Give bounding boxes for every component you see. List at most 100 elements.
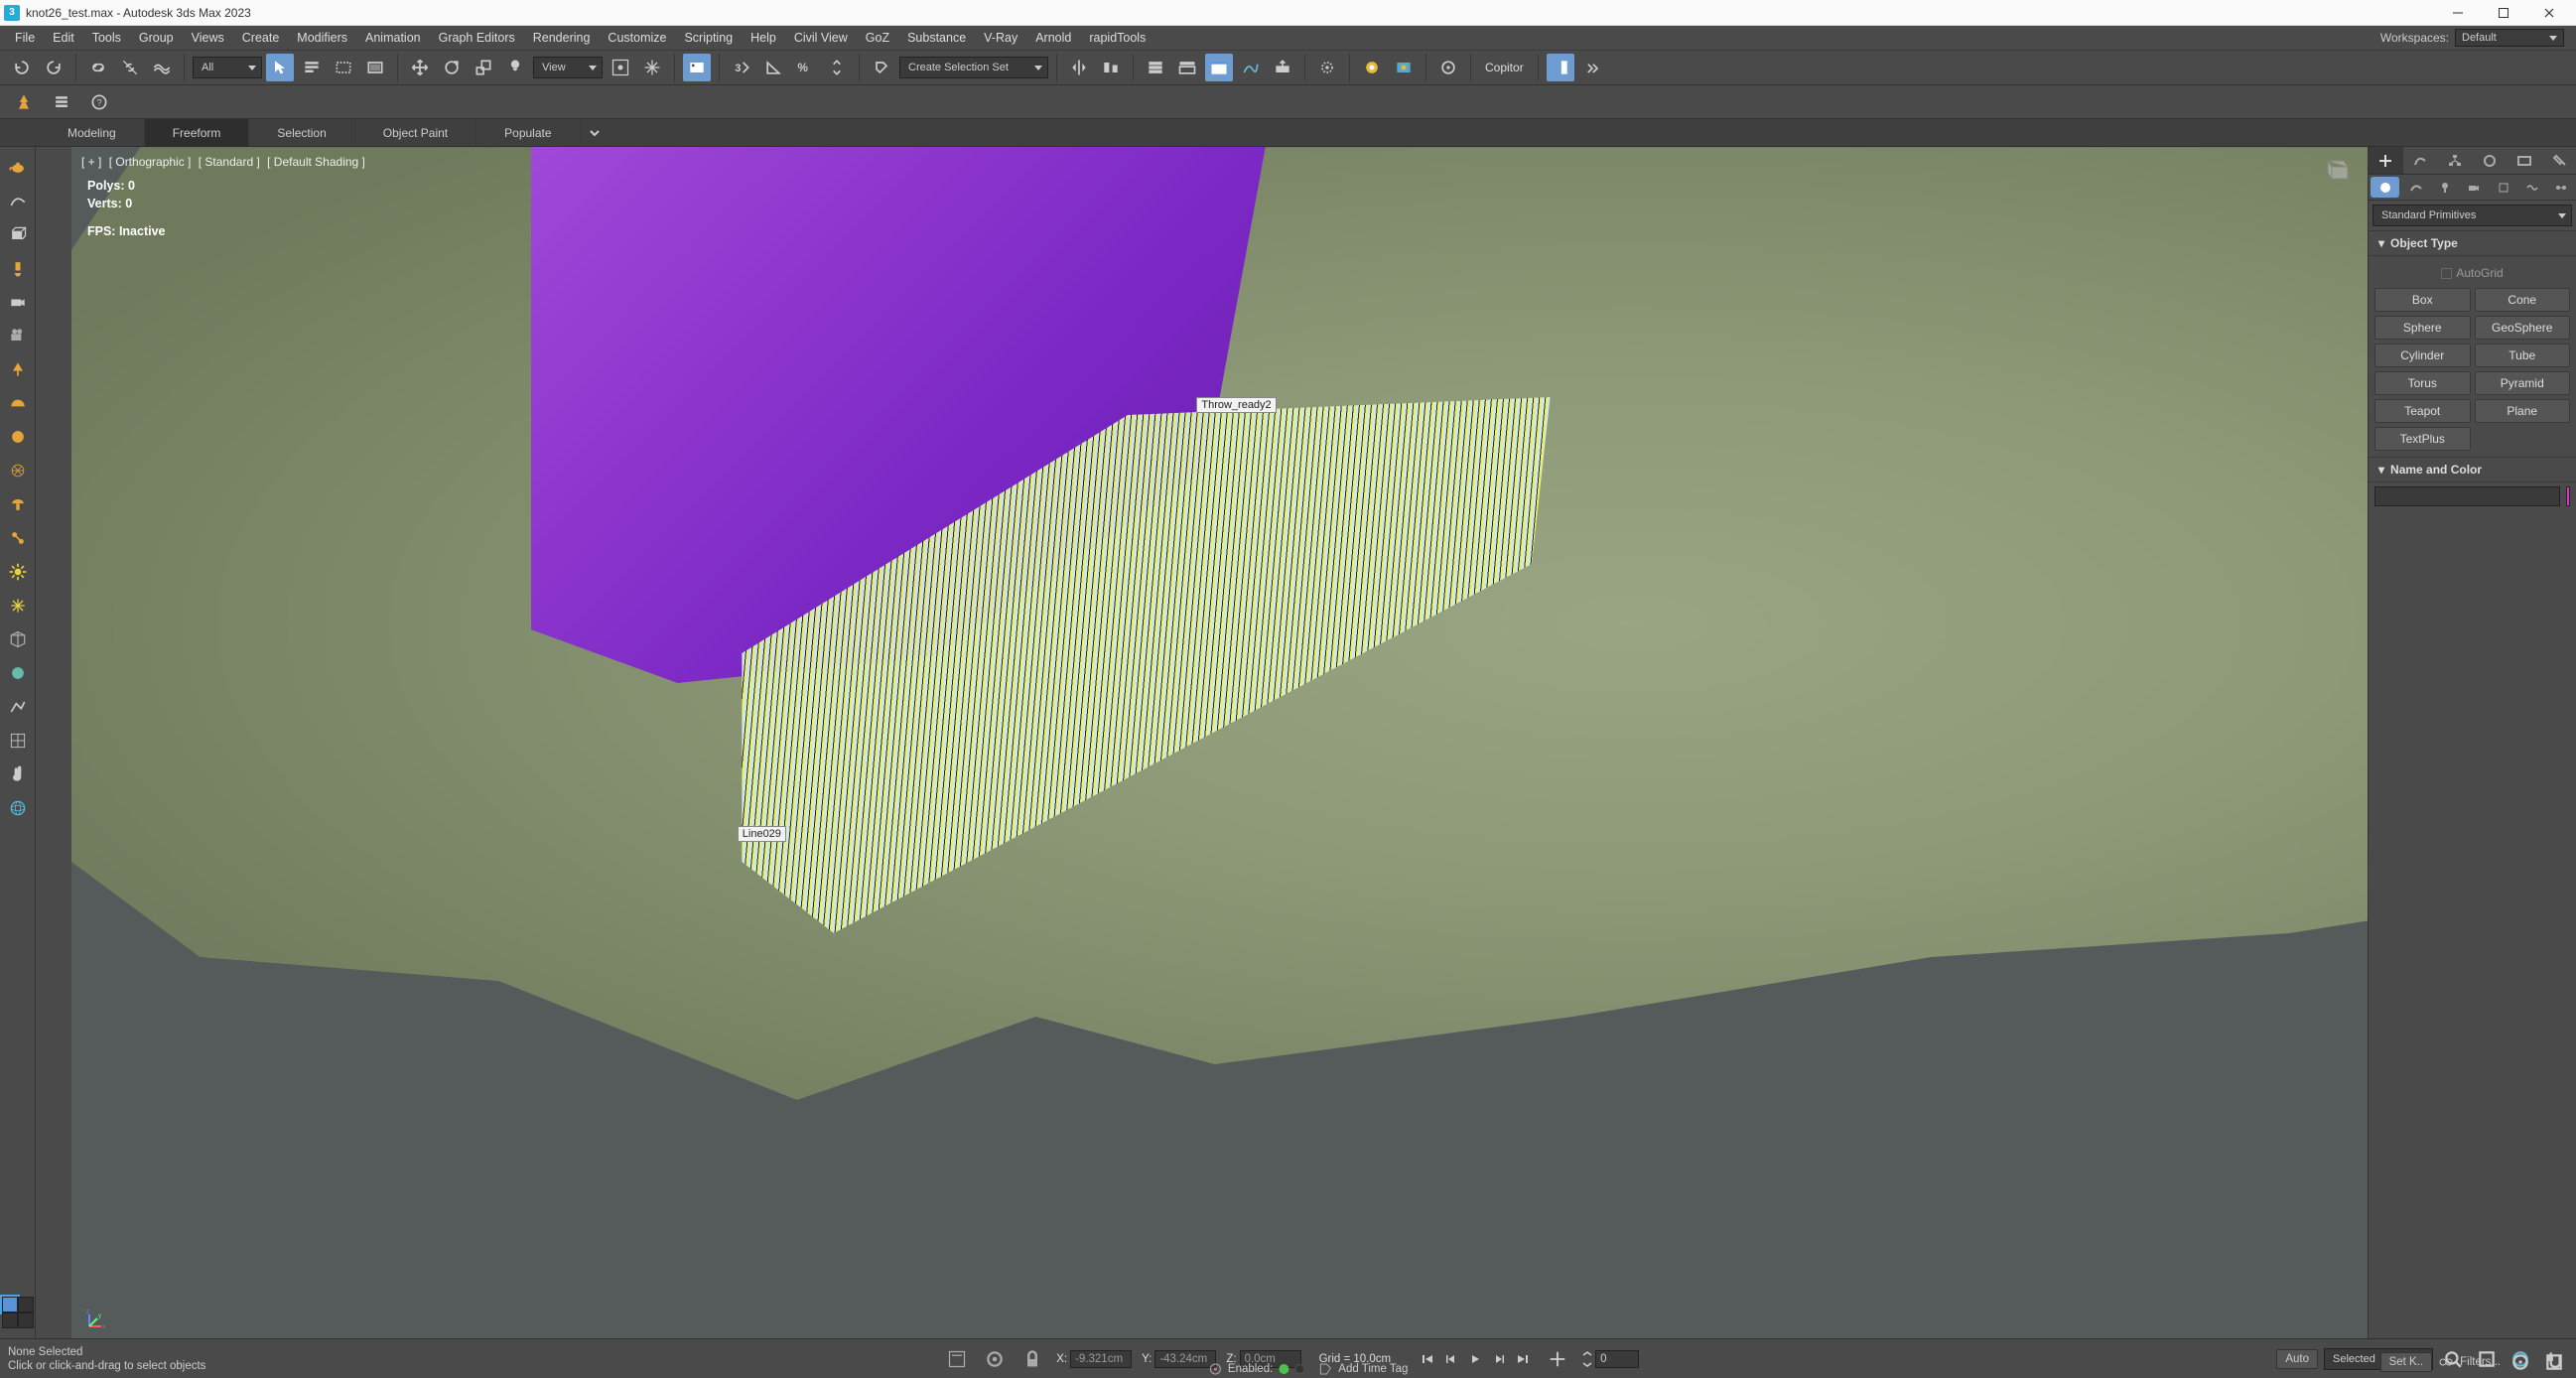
vp-shade[interactable]: [ Default Shading ] bbox=[267, 155, 365, 169]
placement-button[interactable] bbox=[501, 54, 529, 81]
menu-views[interactable]: Views bbox=[183, 26, 233, 50]
unlink-button[interactable] bbox=[116, 54, 144, 81]
subtab-helpers[interactable] bbox=[2489, 175, 2517, 200]
named-selection-edit-button[interactable] bbox=[868, 54, 895, 81]
vp-proj[interactable]: [ Orthographic ] bbox=[109, 155, 192, 169]
menu-create[interactable]: Create bbox=[233, 26, 289, 50]
add-time-tag[interactable]: Add Time Tag bbox=[1318, 1362, 1408, 1376]
auto-key-button[interactable]: Auto bbox=[2276, 1349, 2318, 1369]
manipulate-button[interactable] bbox=[638, 54, 666, 81]
list-icon[interactable] bbox=[48, 88, 75, 116]
prim-textplus[interactable]: TextPlus bbox=[2374, 427, 2471, 451]
cube-icon[interactable] bbox=[4, 625, 32, 653]
menu-scripting[interactable]: Scripting bbox=[675, 26, 742, 50]
prim-pyramid[interactable]: Pyramid bbox=[2475, 371, 2571, 395]
menu-substance[interactable]: Substance bbox=[898, 26, 975, 50]
ribbon-tab-populate[interactable]: Populate bbox=[476, 119, 580, 146]
menu-modifiers[interactable]: Modifiers bbox=[288, 26, 356, 50]
menu-goz[interactable]: GoZ bbox=[857, 26, 898, 50]
align-button[interactable] bbox=[1097, 54, 1125, 81]
prev-frame-button[interactable] bbox=[1440, 1348, 1462, 1370]
render-frame-button[interactable] bbox=[1358, 54, 1386, 81]
adaptive-degradation[interactable]: Enabled: bbox=[1208, 1362, 1304, 1376]
menu-rapidtools[interactable]: rapidTools bbox=[1080, 26, 1154, 50]
menu-tools[interactable]: Tools bbox=[83, 26, 130, 50]
viewcube[interactable] bbox=[2318, 155, 2352, 183]
close-button[interactable] bbox=[2526, 0, 2572, 26]
menu-file[interactable]: File bbox=[6, 26, 44, 50]
layer-explorer-button[interactable] bbox=[1142, 54, 1169, 81]
category-dropdown[interactable]: Standard Primitives bbox=[2373, 205, 2572, 226]
key-filters-icon[interactable] bbox=[2438, 1354, 2454, 1370]
prim-torus[interactable]: Torus bbox=[2374, 371, 2471, 395]
subtab-shapes[interactable] bbox=[2401, 175, 2430, 200]
object-name-input[interactable] bbox=[2374, 486, 2560, 506]
dome-icon[interactable] bbox=[4, 389, 32, 417]
subtab-systems[interactable] bbox=[2547, 175, 2576, 200]
selection-filter-dropdown[interactable]: All bbox=[193, 57, 262, 78]
autogrid-checkbox[interactable]: AutoGrid bbox=[2374, 262, 2570, 288]
tab-display[interactable] bbox=[2507, 147, 2541, 174]
isolate-button[interactable] bbox=[981, 1345, 1009, 1373]
menu-help[interactable]: Help bbox=[742, 26, 785, 50]
menu-civilview[interactable]: Civil View bbox=[785, 26, 857, 50]
tab-motion[interactable] bbox=[2472, 147, 2507, 174]
rollout-name-color[interactable]: ▾Name and Color bbox=[2369, 457, 2576, 482]
tab-utilities[interactable] bbox=[2541, 147, 2576, 174]
ribbon-tab-modeling[interactable]: Modeling bbox=[40, 119, 145, 146]
joint-icon[interactable] bbox=[4, 524, 32, 552]
workspaces-dropdown[interactable]: Default bbox=[2455, 29, 2564, 47]
light-icon[interactable] bbox=[4, 254, 32, 282]
select-by-name-button[interactable] bbox=[298, 54, 326, 81]
current-frame-input[interactable]: 0 bbox=[1595, 1350, 1639, 1368]
viewport[interactable]: [ + ] [ Orthographic ] [ Standard ] [ De… bbox=[71, 147, 2368, 1338]
prim-tube[interactable]: Tube bbox=[2475, 344, 2571, 367]
rollout-object-type[interactable]: ▾Object Type bbox=[2369, 230, 2576, 256]
tab-modify[interactable] bbox=[2403, 147, 2438, 174]
box-icon[interactable] bbox=[4, 220, 32, 248]
prim-box[interactable]: Box bbox=[2374, 288, 2471, 312]
subtab-lights[interactable] bbox=[2431, 175, 2460, 200]
film-camera-icon[interactable] bbox=[4, 322, 32, 349]
viewport-label[interactable]: [ + ] [ Orthographic ] [ Standard ] [ De… bbox=[81, 155, 369, 169]
prim-teapot[interactable]: Teapot bbox=[2374, 399, 2471, 423]
grid-icon[interactable] bbox=[4, 727, 32, 755]
play-button[interactable] bbox=[1464, 1348, 1486, 1370]
sphere-blue-icon[interactable] bbox=[4, 659, 32, 687]
toggle-ribbon-button[interactable] bbox=[1173, 54, 1201, 81]
goto-start-button[interactable] bbox=[1417, 1348, 1438, 1370]
pivot-center-button[interactable] bbox=[607, 54, 634, 81]
spinner-snap-button[interactable] bbox=[823, 54, 851, 81]
scene-explorer-toggle[interactable] bbox=[1547, 54, 1574, 81]
menu-vray[interactable]: V-Ray bbox=[975, 26, 1026, 50]
schematic-view-button[interactable] bbox=[1237, 54, 1265, 81]
prim-geosphere[interactable]: GeoSphere bbox=[2475, 316, 2571, 340]
prim-cone[interactable]: Cone bbox=[2475, 288, 2571, 312]
viewport-layout-swatches[interactable] bbox=[2, 1297, 34, 1328]
subtab-spacewarps[interactable] bbox=[2517, 175, 2546, 200]
set-key-button[interactable]: Set K.. bbox=[2380, 1352, 2433, 1372]
x-coord-input[interactable]: -9.321cm bbox=[1070, 1350, 1132, 1368]
link-button[interactable] bbox=[84, 54, 112, 81]
scale-button[interactable] bbox=[470, 54, 497, 81]
rectangle-region-button[interactable] bbox=[330, 54, 357, 81]
vp-std[interactable]: [ Standard ] bbox=[199, 155, 260, 169]
vp-plus[interactable]: [ + ] bbox=[81, 155, 101, 169]
object-color-swatch[interactable] bbox=[2566, 486, 2570, 506]
bind-spacewarp-button[interactable] bbox=[148, 54, 176, 81]
minimize-button[interactable] bbox=[2435, 0, 2481, 26]
filters-link[interactable]: Filters... bbox=[2460, 1356, 2501, 1368]
prim-sphere[interactable]: Sphere bbox=[2374, 316, 2471, 340]
menu-arnold[interactable]: Arnold bbox=[1026, 26, 1080, 50]
ribbon-chevron[interactable] bbox=[581, 119, 609, 146]
menu-customize[interactable]: Customize bbox=[599, 26, 675, 50]
spline-icon[interactable] bbox=[4, 187, 32, 214]
next-frame-button[interactable] bbox=[1488, 1348, 1510, 1370]
enabled-dot-off[interactable] bbox=[1294, 1364, 1304, 1374]
angle-snap-button[interactable] bbox=[759, 54, 787, 81]
mushroom-icon[interactable] bbox=[4, 490, 32, 518]
camera-icon[interactable] bbox=[4, 288, 32, 316]
rotate-button[interactable] bbox=[438, 54, 466, 81]
menu-rendering[interactable]: Rendering bbox=[524, 26, 600, 50]
helper-icon[interactable] bbox=[4, 355, 32, 383]
